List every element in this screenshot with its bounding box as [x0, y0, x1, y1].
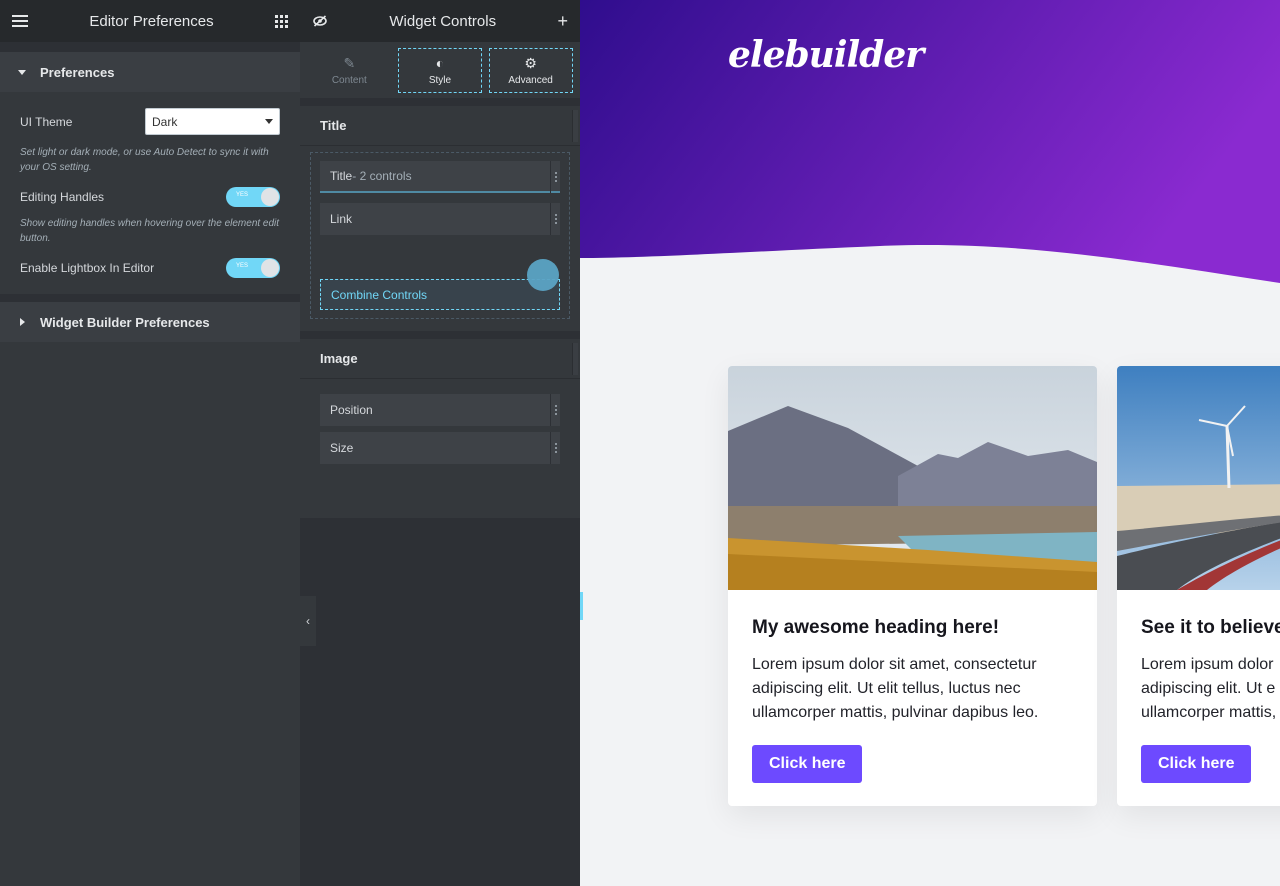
- widget-controls-header: Widget Controls +: [300, 0, 580, 42]
- position-control-item[interactable]: Position: [320, 394, 560, 426]
- drag-cursor-indicator: [527, 259, 559, 291]
- control-label: Title: [330, 169, 353, 183]
- apps-grid-icon[interactable]: [274, 14, 288, 28]
- pencil-icon: ✎: [343, 54, 356, 71]
- section-title: Widget Builder Preferences: [40, 314, 210, 330]
- ui-theme-select[interactable]: Dark: [145, 108, 280, 135]
- feature-card: See it to believe Lorem ipsum dolor adip…: [1117, 366, 1280, 806]
- editing-handles-label: Editing Handles: [20, 190, 105, 204]
- card-body: See it to believe Lorem ipsum dolor adip…: [1117, 595, 1280, 805]
- section-title: Title: [320, 118, 347, 133]
- more-options-icon[interactable]: [550, 203, 560, 235]
- menu-icon[interactable]: [12, 15, 28, 27]
- hero-background: [580, 0, 1280, 283]
- panel-title: Widget Controls: [389, 12, 497, 30]
- tab-label: Content: [331, 74, 367, 86]
- toggle-yes-label: YES: [236, 192, 249, 198]
- control-label: Position: [330, 403, 373, 417]
- image-section-header[interactable]: Image: [300, 339, 580, 379]
- section-drag-handle[interactable]: [572, 343, 578, 375]
- toggle-knob: [261, 259, 279, 277]
- preferences-body: UI Theme Dark Set light or dark mode, or…: [0, 92, 300, 294]
- elebuilder-logo[interactable]: elebuilder: [728, 34, 924, 76]
- editor-preferences-header: Editor Preferences: [0, 0, 300, 42]
- lightbox-toggle[interactable]: YES: [226, 258, 280, 278]
- editor-preferences-panel: Editor Preferences Preferences UI Theme …: [0, 0, 300, 886]
- gear-icon: ⚙: [524, 54, 537, 71]
- toggle-knob: [261, 188, 279, 206]
- collapse-panel-button[interactable]: ‹: [300, 596, 316, 646]
- chevron-left-icon: ‹: [306, 614, 310, 628]
- card-text: Lorem ipsum dolor adipiscing elit. Ut e …: [1141, 656, 1277, 721]
- image-control-section: Image Position Size: [300, 339, 580, 518]
- more-options-icon[interactable]: [550, 432, 560, 464]
- title-control-section: Title Title - 2 controls Link Combine Con…: [300, 106, 580, 331]
- control-tabs: ✎ Content ◐ Style ⚙ Advanced: [300, 42, 580, 98]
- ui-theme-label: UI Theme: [20, 114, 73, 129]
- page-preview: elebuilder My awesome heading here! Lore…: [580, 0, 1280, 886]
- editing-handles-description: Show editing handles when hovering over …: [20, 218, 280, 244]
- section-title: Image: [320, 351, 358, 366]
- caret-down-icon: [18, 69, 26, 75]
- resize-handle[interactable]: [580, 592, 583, 620]
- card-heading: My awesome heading here!: [752, 617, 1000, 638]
- toggle-yes-label: YES: [236, 263, 249, 269]
- section-title: Preferences: [40, 64, 115, 80]
- panel-title: Editor Preferences: [89, 12, 214, 30]
- click-here-button[interactable]: Click here: [1141, 745, 1252, 783]
- title-section-header[interactable]: Title: [300, 106, 580, 146]
- tab-content[interactable]: ✎ Content: [307, 48, 391, 93]
- link-control-item[interactable]: Link: [320, 203, 560, 235]
- caret-right-icon: [20, 318, 25, 326]
- wind-turbine-road-image: [1117, 366, 1280, 590]
- lightbox-label: Enable Lightbox In Editor: [20, 261, 155, 275]
- plus-icon[interactable]: +: [557, 12, 568, 30]
- editing-handles-toggle[interactable]: YES: [226, 187, 280, 207]
- widget-builder-section-toggle[interactable]: Widget Builder Preferences: [0, 302, 300, 342]
- tab-label: Advanced: [508, 74, 553, 86]
- control-count: - 2 controls: [352, 169, 412, 183]
- title-control-item[interactable]: Title - 2 controls: [320, 161, 560, 193]
- more-options-icon[interactable]: [550, 161, 560, 193]
- control-label: Link: [330, 212, 353, 226]
- card-body: My awesome heading here! Lorem ipsum dol…: [728, 595, 1097, 805]
- card-text: Lorem ipsum dolor sit amet, consectetur …: [752, 656, 1039, 721]
- ui-theme-value: Dark: [152, 114, 178, 129]
- size-control-item[interactable]: Size: [320, 432, 560, 464]
- combine-controls-button[interactable]: Combine Controls: [320, 279, 560, 310]
- control-label: Size: [330, 441, 354, 455]
- eye-off-icon[interactable]: [312, 13, 328, 29]
- tab-label: Style: [428, 74, 452, 86]
- section-drag-handle[interactable]: [572, 110, 578, 142]
- preferences-section-toggle[interactable]: Preferences: [0, 52, 300, 92]
- mountain-lake-image: [728, 366, 1097, 590]
- more-options-icon[interactable]: [550, 394, 560, 426]
- tab-advanced[interactable]: ⚙ Advanced: [488, 47, 573, 93]
- click-here-button[interactable]: Click here: [752, 745, 863, 783]
- contrast-icon: ◐: [435, 54, 445, 71]
- ui-theme-description: Set light or dark mode, or use Auto Dete…: [20, 147, 269, 173]
- card-heading: See it to believe: [1141, 617, 1280, 638]
- feature-card: My awesome heading here! Lorem ipsum dol…: [728, 366, 1097, 806]
- tab-style[interactable]: ◐ Style: [397, 47, 482, 93]
- combine-controls-label: Combine Controls: [331, 287, 428, 302]
- widget-controls-panel: Widget Controls + ✎ Content ◐ Style ⚙ Ad…: [300, 0, 580, 886]
- chevron-down-icon: [265, 119, 273, 124]
- controls-group-dropzone: Title - 2 controls Link Combine Controls: [310, 152, 570, 319]
